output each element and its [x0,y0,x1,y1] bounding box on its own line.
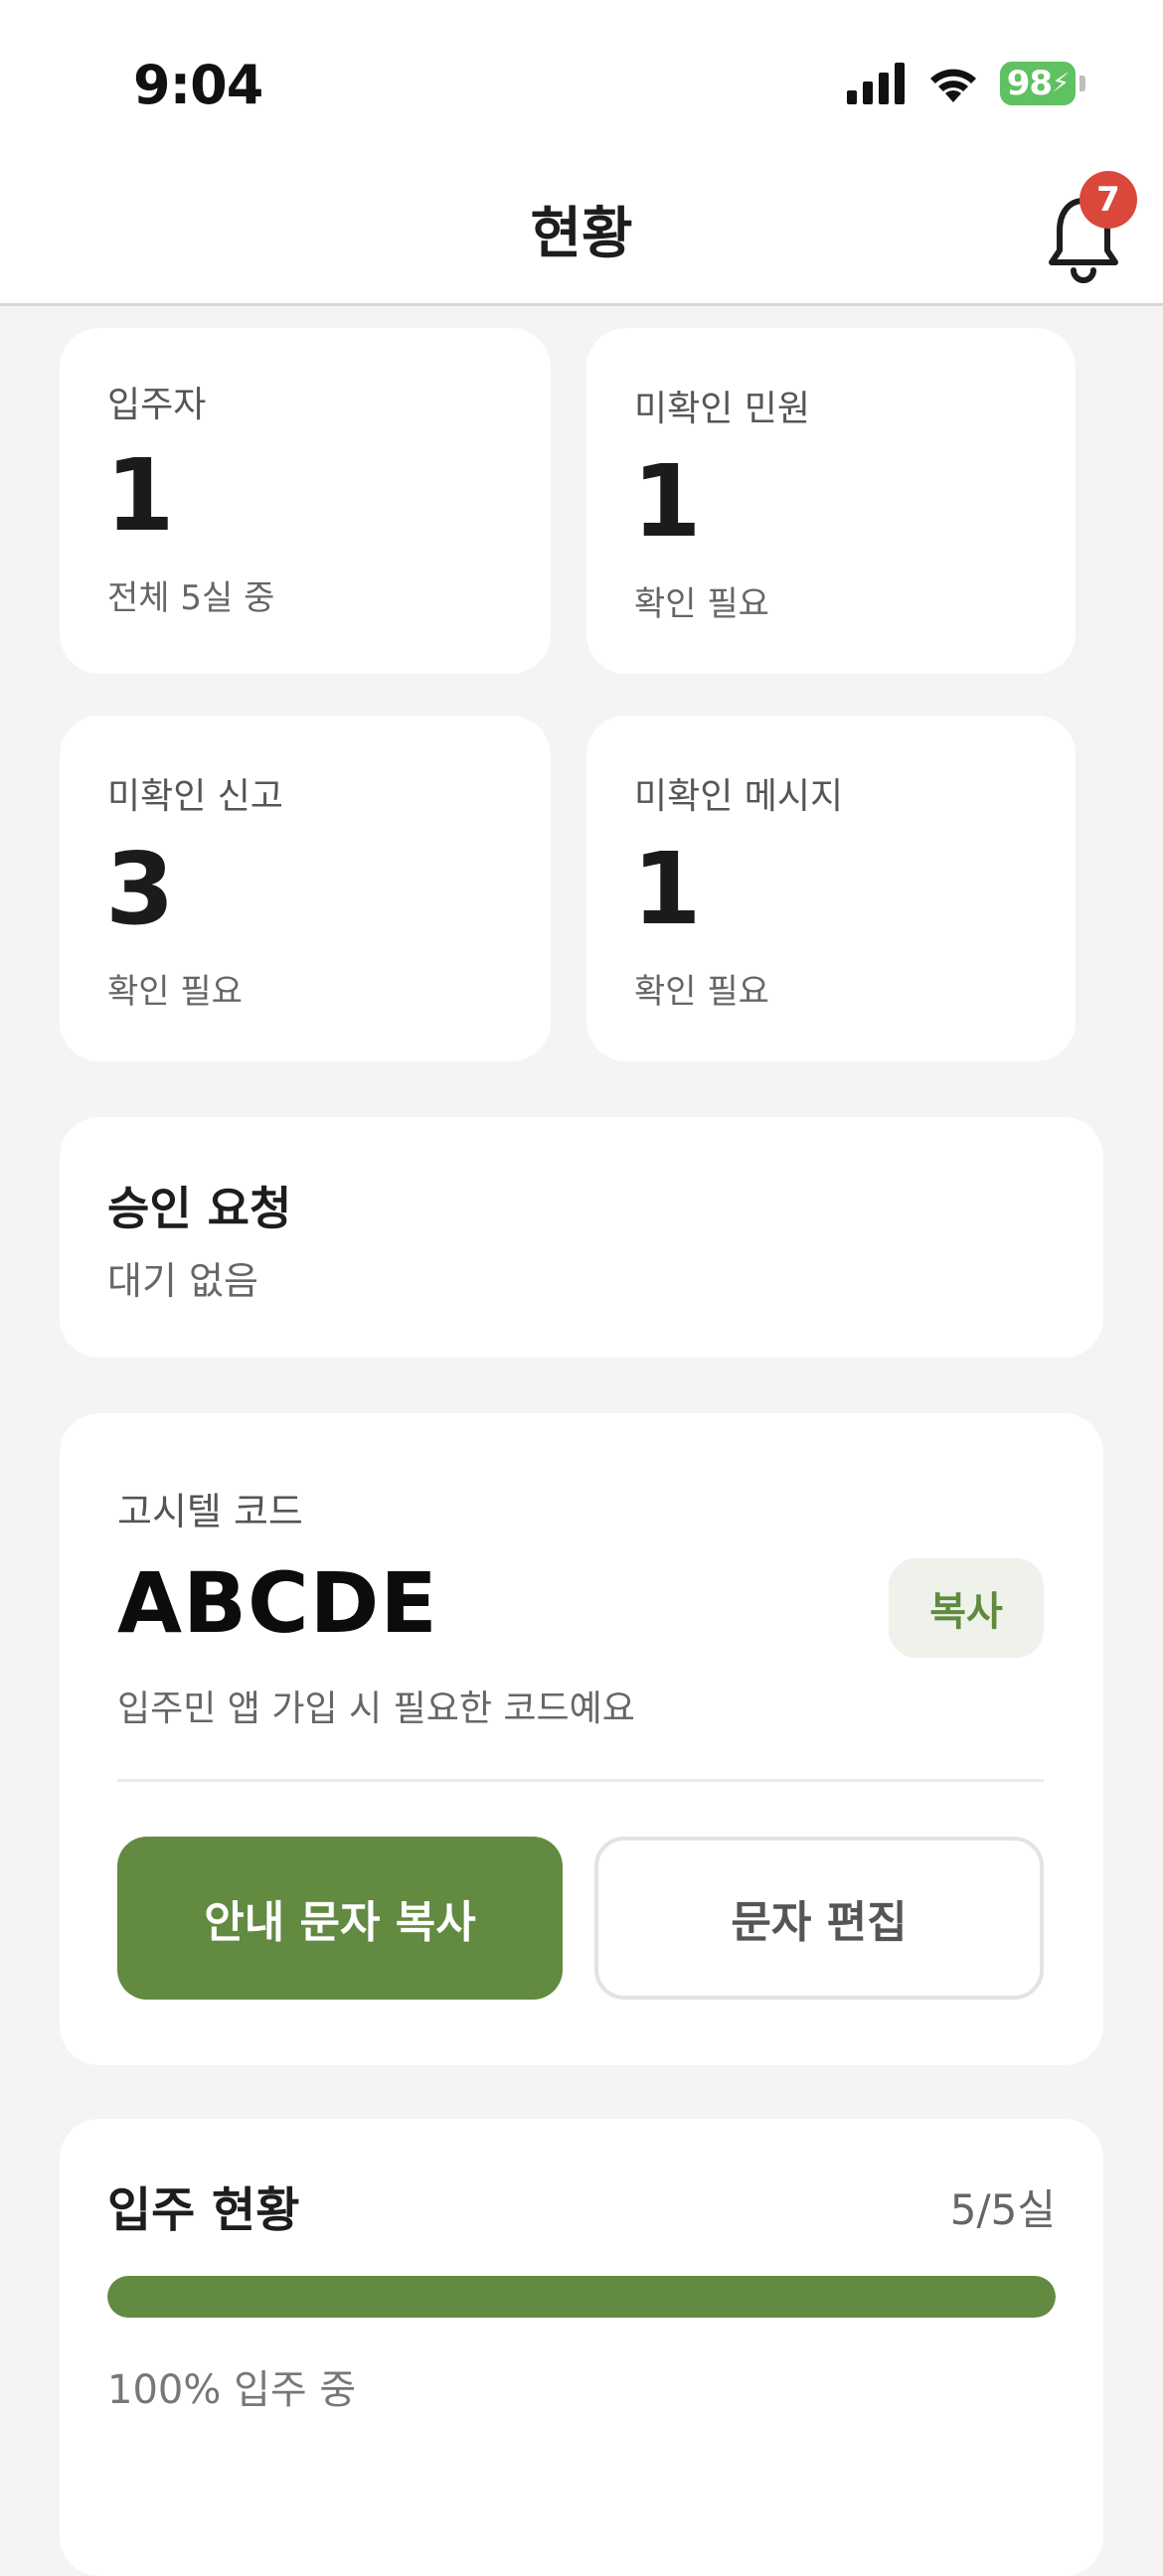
stat-card-reports[interactable]: 미확인 신고 3 확인 필요 [60,716,551,1061]
battery-level: 98 [1006,64,1053,103]
occupancy-progress-track [107,2276,1056,2318]
signal-icon [847,63,905,104]
stat-card-complaints[interactable]: 미확인 민원 1 확인 필요 [586,328,1076,674]
stat-value: 1 [632,831,702,947]
code-description: 입주민 앱 가입 시 필요한 코드예요 [117,1689,635,1729]
page-title: 현황 [530,202,633,266]
stat-label: 미확인 메시지 [634,776,844,817]
approval-subtitle: 대기 없음 [107,1259,258,1303]
stat-label: 미확인 민원 [634,389,811,429]
status-bar: 9:04 98 ⚡ [0,0,1163,159]
edit-message-button[interactable]: 문자 편집 [594,1837,1044,2000]
status-time: 9:04 [133,54,263,116]
stat-sub: 확인 필요 [634,584,769,624]
battery-tip [1080,76,1085,91]
stat-card-messages[interactable]: 미확인 메시지 1 확인 필요 [586,716,1076,1061]
stat-sub: 확인 필요 [634,972,769,1012]
copy-guide-message-button[interactable]: 안내 문자 복사 [117,1837,563,2000]
status-icons: 98 ⚡ [847,62,1085,105]
stat-value: 1 [105,437,175,554]
occupancy-card[interactable]: 입주 현황 5/5실 100% 입주 중 [60,2119,1103,2576]
occupancy-progress-fill [107,2276,1056,2318]
divider [117,1779,1044,1782]
code-label: 고시텔 코드 [117,1490,303,1533]
stat-label: 미확인 신고 [107,776,284,817]
notification-badge: 7 [1080,171,1137,229]
code-card: 고시텔 코드 ABCDE 복사 입주민 앱 가입 시 필요한 코드예요 안내 문… [60,1413,1103,2065]
stat-sub: 전체 5실 중 [107,578,275,618]
charging-bolt-icon: ⚡ [1052,69,1070,98]
occupancy-count: 5/5실 [949,2185,1056,2234]
copy-code-button[interactable]: 복사 [889,1558,1044,1658]
stat-card-residents[interactable]: 입주자 1 전체 5실 중 [60,328,551,674]
nav-bar: 현황 7 [0,159,1163,306]
battery-icon: 98 ⚡ [1000,62,1076,105]
occupancy-title: 입주 현황 [107,2182,300,2238]
stat-value: 1 [632,443,702,560]
stat-value: 3 [105,831,175,947]
wifi-icon [930,69,976,102]
occupancy-subtitle: 100% 입주 중 [107,2367,357,2413]
approval-title: 승인 요청 [107,1182,292,1235]
approval-card[interactable]: 승인 요청 대기 없음 [60,1117,1103,1358]
stat-label: 입주자 [107,385,207,425]
code-value: ABCDE [117,1554,438,1652]
stat-sub: 확인 필요 [107,972,243,1012]
